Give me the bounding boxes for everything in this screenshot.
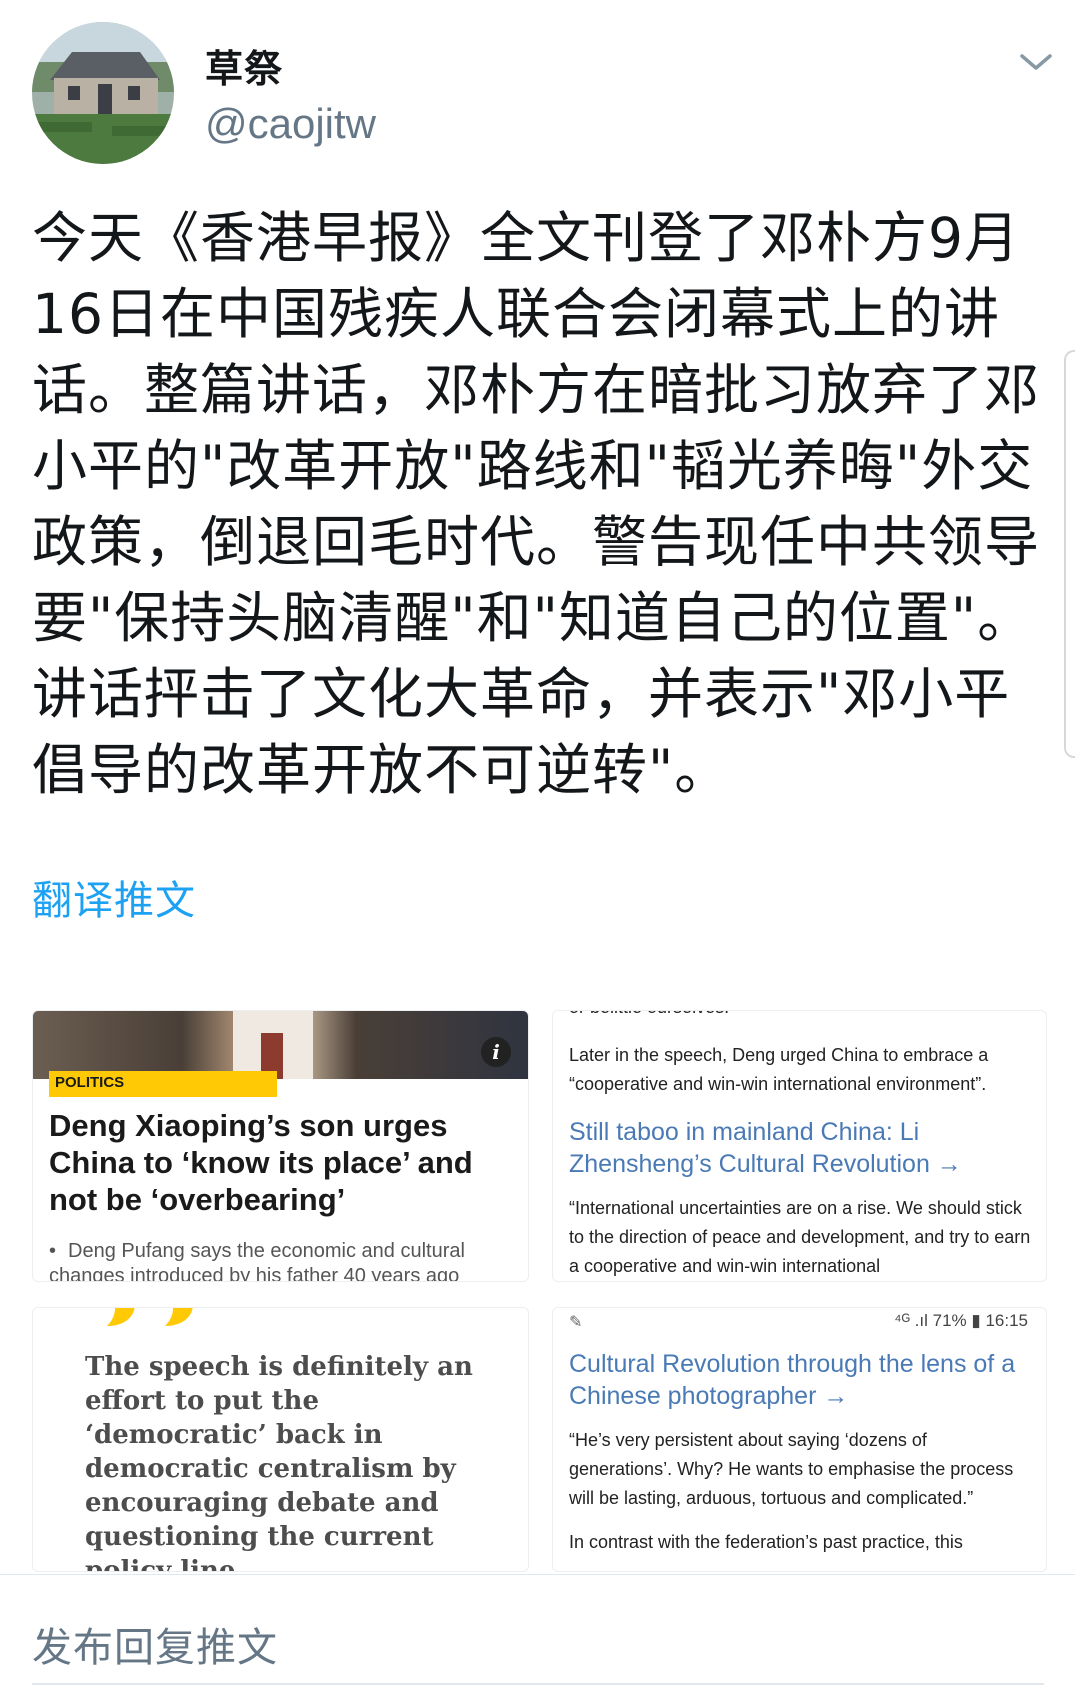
- section-tag: POLITICS: [49, 1071, 277, 1097]
- avatar-house-image: [32, 22, 174, 164]
- media-image-2[interactable]: or belittle ourselves. Later in the spee…: [552, 1010, 1047, 1282]
- media-grid: i POLITICS Deng Xiaoping’s son urges Chi…: [32, 1010, 1047, 1572]
- media-image-1[interactable]: i POLITICS Deng Xiaoping’s son urges Chi…: [32, 1010, 529, 1282]
- article-paragraph: “International uncertainties are on a ri…: [569, 1198, 1031, 1276]
- quote-marks-icon: [85, 1308, 193, 1326]
- status-indicators: ⁴ᴳ .ıl 71% ▮ 16:15: [894, 1311, 1028, 1330]
- notification-icon: ✎: [569, 1312, 583, 1331]
- article-paragraph: “He’s very persistent about saying ‘doze…: [569, 1430, 1014, 1508]
- display-name[interactable]: 草祭: [205, 38, 283, 93]
- user-handle[interactable]: @caojitw: [205, 100, 376, 148]
- tweet-text: 今天《香港早报》全文刊登了邓朴方9月16日在中国残疾人联合会闭幕式上的讲话。整篇…: [32, 206, 1041, 802]
- article-related-link: Still taboo in mainland China: Li Zhensh…: [569, 1118, 962, 1178]
- pull-quote: The speech is definitely an effort to pu…: [85, 1352, 473, 1572]
- reply-bar: 发布回复推文: [0, 1574, 1075, 1699]
- avatar[interactable]: [32, 22, 174, 164]
- chevron-down-icon[interactable]: [1016, 48, 1056, 76]
- reply-input-underline: [32, 1683, 1044, 1685]
- article-related-link: Cultural Revolution through the lens of …: [569, 1350, 1016, 1410]
- translate-tweet-link[interactable]: 翻译推文: [32, 868, 196, 926]
- article-text-cut: or belittle ourselves.: [569, 1011, 729, 1018]
- article-paragraph: Later in the speech, Deng urged China to…: [569, 1045, 989, 1094]
- article-bullet: Deng Pufang says the economic and cultur…: [49, 1239, 509, 1281]
- info-icon: i: [481, 1037, 511, 1067]
- phone-status-bar: ✎ ⁴ᴳ .ıl 71% ▮ 16:15: [553, 1308, 1046, 1334]
- media-image-3[interactable]: The speech is definitely an effort to pu…: [32, 1307, 529, 1572]
- reply-input[interactable]: 发布回复推文: [32, 1615, 278, 1673]
- media-image-4[interactable]: ✎ ⁴ᴳ .ıl 71% ▮ 16:15 Cultural Revolution…: [552, 1307, 1047, 1572]
- article-headline: Deng Xiaoping’s son urges China to ‘know…: [49, 1108, 473, 1217]
- article-paragraph: In contrast with the federation’s past p…: [569, 1532, 963, 1552]
- scroll-indicator: [1064, 350, 1075, 758]
